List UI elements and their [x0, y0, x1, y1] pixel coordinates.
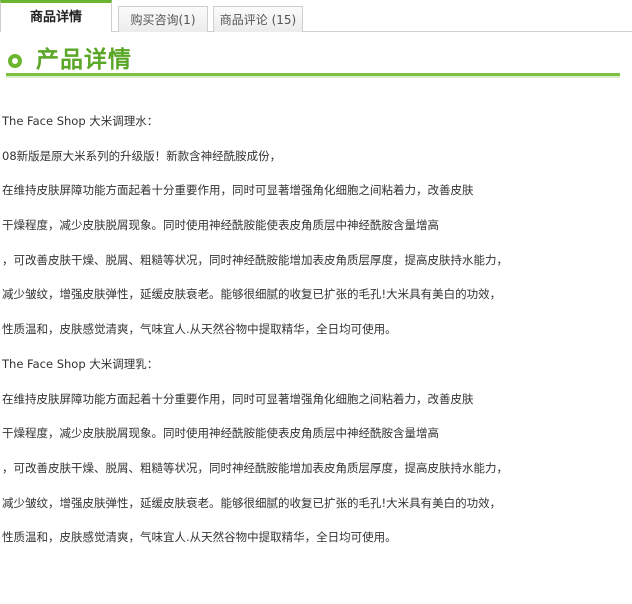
description-line: 干燥程度，减少皮肤脱屑现象。同时使用神经酰胺能使表皮角质层中神经酰胺含量增高: [2, 218, 439, 233]
tab-product-reviews[interactable]: 商品评论 (15): [213, 6, 303, 32]
product-description: The Face Shop 大米调理水： 08新版是原大米系列的升级版！新款含神…: [2, 108, 630, 559]
description-line: The Face Shop 大米调理水：: [2, 114, 159, 128]
section-divider-shadow: [6, 76, 620, 78]
description-line: ，可改善皮肤干燥、脱屑、粗糙等状况，同时神经酰胺能增加表皮角质层厚度，提高皮肤持…: [2, 460, 508, 475]
description-line: 干燥程度，减少皮肤脱屑现象。同时使用神经酰胺能使表皮角质层中神经酰胺含量增高: [2, 426, 439, 441]
description-line: 减少皱纹，增强皮肤弹性，延缓皮肤衰老。能够很细腻的收复已扩张的毛孔!大米具有美白…: [2, 495, 502, 510]
section-title: 产品详情: [36, 47, 132, 73]
circle-bullet-icon: [8, 54, 22, 68]
tab-product-details[interactable]: 商品详情: [0, 0, 112, 32]
product-detail-page: 商品详情 购买咨询(1) 商品评论 (15) 产品详情 The Face Sho…: [0, 0, 632, 604]
tab-purchase-inquiry[interactable]: 购买咨询(1): [118, 6, 208, 32]
description-line: 08新版是原大米系列的升级版！新款含神经酰胺成份，: [2, 148, 282, 163]
description-line: The Face Shop 大米调理乳：: [2, 356, 159, 371]
description-line: 在维持皮肤屏障功能方面起着十分重要作用，同时可显著增强角化细胞之间粘着力，改善皮…: [2, 183, 474, 198]
description-line: 减少皱纹，增强皮肤弹性，延缓皮肤衰老。能够很细腻的收复已扩张的毛孔!大米具有美白…: [2, 287, 502, 302]
description-line: ，可改善皮肤干燥、脱屑、粗糙等状况，同时神经酰胺能增加表皮角质层厚度，提高皮肤持…: [2, 252, 508, 267]
description-line: 在维持皮肤屏障功能方面起着十分重要作用，同时可显著增强角化细胞之间粘着力，改善皮…: [2, 391, 474, 406]
description-line: 性质温和，皮肤感觉清爽，气味宜人.从天然谷物中提取精华，全日均可使用。: [2, 530, 397, 545]
tab-bar: 商品详情 购买咨询(1) 商品评论 (15): [0, 0, 632, 32]
description-line: 性质温和，皮肤感觉清爽，气味宜人.从天然谷物中提取精华，全日均可使用。: [2, 322, 397, 337]
